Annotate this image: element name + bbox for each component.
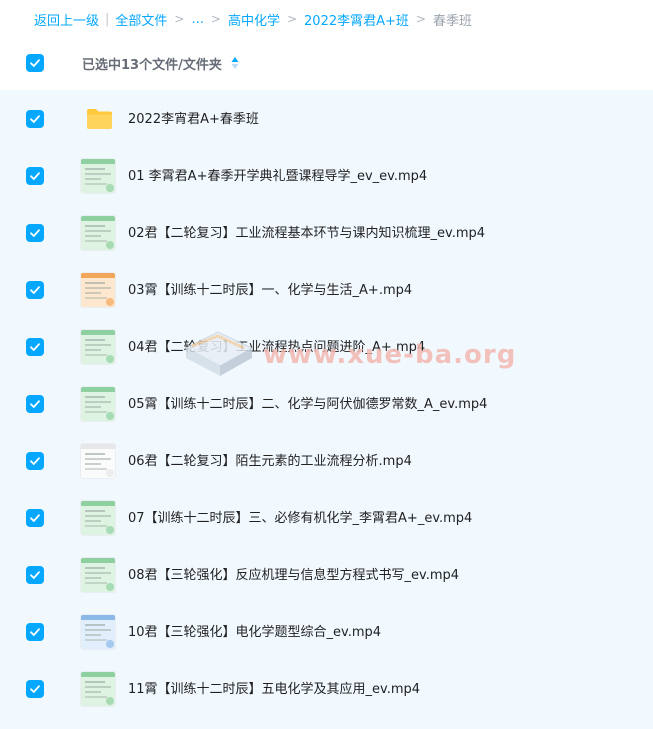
breadcrumb-level2-link[interactable]: 2022李霄君A+班 <box>304 10 409 29</box>
file-name[interactable]: 03霄【训练十二时辰】一、化学与生活_A+.mp4 <box>128 262 412 319</box>
selection-count-label: 已选中13个文件/文件夹 <box>82 57 222 73</box>
checkmark-icon <box>30 457 40 465</box>
video-thumbnail <box>80 272 116 308</box>
breadcrumb-ellipsis-link[interactable]: ... <box>191 12 203 27</box>
file-row[interactable]: 10君【三轮强化】电化学题型综合_ev.mp4 <box>0 604 653 661</box>
row-checkbox[interactable] <box>26 680 44 698</box>
row-checkbox[interactable] <box>26 281 44 299</box>
file-row[interactable]: 05霄【训练十二时辰】二、化学与阿伏伽德罗常数_A_ev.mp4 <box>0 376 653 433</box>
checkmark-icon <box>30 229 40 237</box>
video-thumbnail <box>80 671 116 707</box>
file-name[interactable]: 02君【二轮复习】工业流程基本环节与课内知识梳理_ev.mp4 <box>128 205 485 262</box>
list-header: 已选中13个文件/文件夹 <box>0 38 653 88</box>
row-checkbox[interactable] <box>26 509 44 527</box>
row-checkbox[interactable] <box>26 338 44 356</box>
folder-icon <box>87 109 112 129</box>
file-row[interactable]: 04君【二轮复习】工业流程热点问题进阶_A+.mp4 <box>0 319 653 376</box>
file-row[interactable]: 02君【二轮复习】工业流程基本环节与课内知识梳理_ev.mp4 <box>0 205 653 262</box>
file-list: 2022李宵君A+春季班 01 李霄君A+春季开学典礼暨课程导学_ev_ev.mp… <box>0 90 653 729</box>
checkmark-icon <box>30 571 40 579</box>
breadcrumb-current: 春季班 <box>432 13 472 29</box>
checkmark-icon <box>30 685 40 693</box>
checkmark-icon <box>30 343 40 351</box>
video-thumbnail <box>80 386 116 422</box>
chevron-right-icon: > <box>210 12 221 26</box>
file-name[interactable]: 06君【二轮复习】陌生元素的工业流程分析.mp4 <box>128 433 412 490</box>
video-thumbnail <box>80 158 116 194</box>
checkmark-icon <box>30 286 40 294</box>
row-checkbox[interactable] <box>26 167 44 185</box>
row-checkbox[interactable] <box>26 395 44 413</box>
breadcrumb-all-files-link[interactable]: 全部文件 <box>115 10 167 29</box>
file-row[interactable]: 07【训练十二时辰】三、必修有机化学_李霄君A+_ev.mp4 <box>0 490 653 547</box>
file-row[interactable]: 11霄【训练十二时辰】五电化学及其应用_ev.mp4 <box>0 661 653 718</box>
file-row[interactable]: 08君【三轮强化】反应机理与信息型方程式书写_ev.mp4 <box>0 547 653 604</box>
checkmark-icon <box>30 59 40 67</box>
video-thumbnail <box>80 329 116 365</box>
file-row[interactable]: 01 李霄君A+春季开学典礼暨课程导学_ev_ev.mp4 <box>0 148 653 205</box>
breadcrumb-back-link[interactable]: 返回上一级 <box>34 10 99 29</box>
video-thumbnail <box>80 500 116 536</box>
file-name[interactable]: 04君【二轮复习】工业流程热点问题进阶_A+.mp4 <box>128 319 425 376</box>
video-thumbnail <box>80 614 116 650</box>
video-thumbnail <box>80 215 116 251</box>
folder-name[interactable]: 2022李宵君A+春季班 <box>128 91 259 148</box>
video-thumbnail <box>80 557 116 593</box>
row-checkbox[interactable] <box>26 452 44 470</box>
breadcrumb-divider: | <box>105 11 110 27</box>
file-name[interactable]: 01 李霄君A+春季开学典礼暨课程导学_ev_ev.mp4 <box>128 148 427 205</box>
row-checkbox[interactable] <box>26 224 44 242</box>
row-checkbox[interactable] <box>26 623 44 641</box>
select-all-checkbox[interactable] <box>26 54 44 72</box>
checkmark-icon <box>30 115 40 123</box>
checkmark-icon <box>30 514 40 522</box>
file-name[interactable]: 07【训练十二时辰】三、必修有机化学_李霄君A+_ev.mp4 <box>128 490 472 547</box>
checkmark-icon <box>30 400 40 408</box>
checkmark-icon <box>30 172 40 180</box>
file-row[interactable]: 03霄【训练十二时辰】一、化学与生活_A+.mp4 <box>0 262 653 319</box>
file-name[interactable]: 08君【三轮强化】反应机理与信息型方程式书写_ev.mp4 <box>128 547 459 604</box>
row-checkbox[interactable] <box>26 566 44 584</box>
chevron-right-icon: > <box>286 12 298 26</box>
checkmark-icon <box>30 628 40 636</box>
breadcrumb: 返回上一级 | 全部文件 > ... > 高中化学 > 2022李霄君A+班 >… <box>0 0 653 38</box>
folder-row[interactable]: 2022李宵君A+春季班 <box>0 91 653 148</box>
video-thumbnail <box>80 443 116 479</box>
file-name[interactable]: 10君【三轮强化】电化学题型综合_ev.mp4 <box>128 604 381 661</box>
chevron-right-icon: > <box>174 12 185 26</box>
chevron-right-icon: > <box>415 12 426 26</box>
file-row[interactable]: 06君【二轮复习】陌生元素的工业流程分析.mp4 <box>0 433 653 490</box>
row-checkbox[interactable] <box>26 110 44 128</box>
file-name[interactable]: 05霄【训练十二时辰】二、化学与阿伏伽德罗常数_A_ev.mp4 <box>128 376 487 433</box>
sort-icon[interactable] <box>230 55 240 71</box>
file-name[interactable]: 11霄【训练十二时辰】五电化学及其应用_ev.mp4 <box>128 661 420 718</box>
breadcrumb-level1-link[interactable]: 高中化学 <box>228 10 280 29</box>
